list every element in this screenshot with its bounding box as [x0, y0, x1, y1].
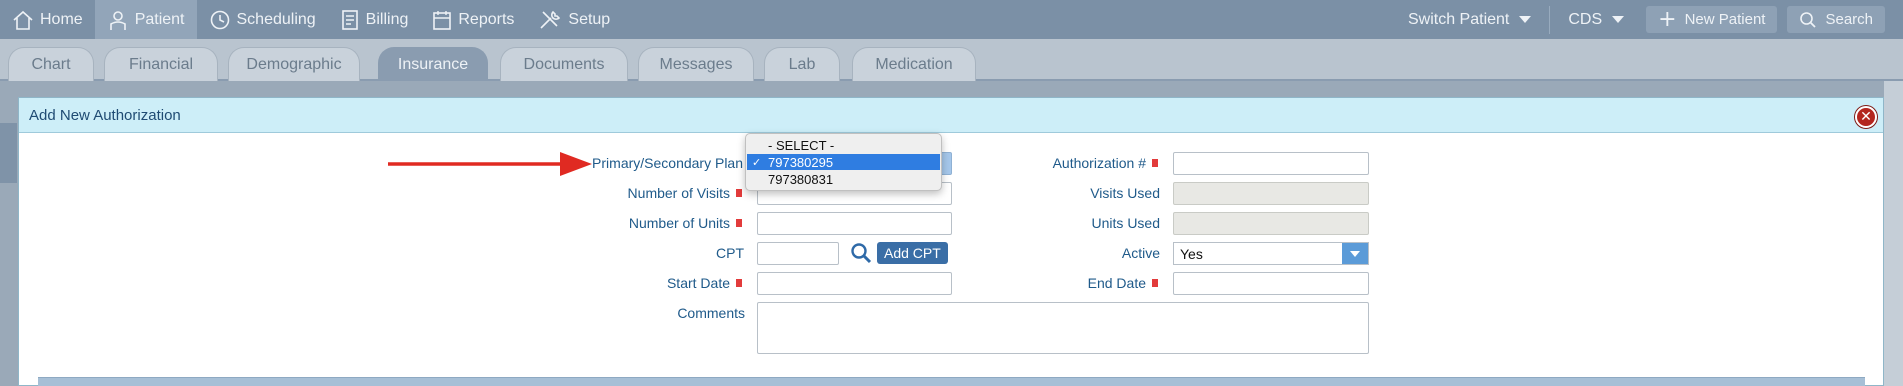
user-icon — [109, 10, 126, 30]
required-marker — [1152, 159, 1158, 167]
chevron-down-icon — [1350, 250, 1360, 257]
switch-patient-label: Switch Patient — [1407, 10, 1510, 28]
tab-label: Demographic — [246, 55, 342, 73]
nav-setup-label: Setup — [568, 10, 611, 28]
search-button[interactable]: Search — [1787, 6, 1885, 33]
tab-label: Medication — [875, 55, 953, 73]
nav-reports[interactable]: Reports — [420, 0, 526, 39]
start-date-label: Start Date — [666, 275, 730, 291]
nav-patient[interactable]: Patient — [94, 0, 197, 39]
app-window: Home Patient Scheduling Billing Reports … — [0, 0, 1903, 386]
modal-header: Add New Authorization — [19, 98, 1883, 133]
tab-demographic[interactable]: Demographic — [228, 47, 360, 81]
add-cpt-button[interactable]: Add CPT — [877, 242, 948, 264]
receipt-icon — [341, 9, 358, 30]
dropdown-button[interactable] — [1342, 243, 1368, 264]
new-patient-button[interactable]: + New Patient — [1646, 6, 1778, 33]
tab-chart[interactable]: Chart — [8, 47, 94, 81]
tab-label: Financial — [128, 55, 194, 73]
calendar-icon — [433, 10, 452, 30]
add-cpt-label: Add CPT — [884, 245, 941, 261]
checkmark-icon: ✓ — [752, 155, 762, 169]
tab-financial[interactable]: Financial — [104, 47, 218, 81]
plan-option-797380831[interactable]: 797380831 — [747, 171, 940, 187]
cpt-input[interactable] — [757, 242, 839, 265]
nav-reports-label: Reports — [458, 10, 515, 28]
option-label: - SELECT - — [768, 137, 835, 153]
cpt-label: CPT — [716, 245, 744, 261]
chevron-down-icon — [1612, 16, 1625, 23]
search-icon[interactable] — [850, 242, 872, 264]
required-marker — [736, 189, 742, 197]
tab-label: Chart — [31, 55, 71, 73]
clock-icon — [210, 10, 229, 29]
active-label: Active — [1121, 245, 1160, 261]
units-used-label: Units Used — [1091, 215, 1160, 231]
tools-icon — [540, 10, 561, 29]
close-icon[interactable]: ✕ — [1855, 106, 1877, 128]
modal-title: Add New Authorization — [29, 106, 181, 124]
start-date-input[interactable] — [757, 272, 952, 295]
authorization-number-input[interactable] — [1173, 152, 1369, 175]
visits-used-input — [1173, 182, 1369, 205]
sidebar-strip — [0, 123, 17, 183]
nav-billing-label: Billing — [365, 10, 409, 28]
nav-setup[interactable]: Setup — [526, 0, 622, 39]
tab-lab[interactable]: Lab — [764, 47, 840, 81]
search-icon — [1800, 11, 1817, 28]
top-nav: Home Patient Scheduling Billing Reports … — [0, 0, 1903, 39]
nav-home[interactable]: Home — [0, 0, 95, 39]
plan-label: Primary/Secondary Plan — [592, 155, 743, 171]
tab-documents[interactable]: Documents — [500, 47, 628, 81]
switch-patient-menu[interactable]: Switch Patient — [1396, 0, 1543, 39]
active-select[interactable]: Yes — [1173, 242, 1369, 265]
visits-used-label: Visits Used — [1090, 185, 1160, 201]
tab-label: Documents — [523, 55, 605, 73]
required-marker — [736, 219, 742, 227]
authorization-number-label: Authorization # — [1052, 155, 1146, 171]
end-date-input[interactable] — [1173, 272, 1369, 295]
search-label: Search — [1825, 11, 1873, 28]
tab-messages[interactable]: Messages — [638, 47, 754, 81]
cds-label: CDS — [1568, 10, 1603, 28]
nav-patient-label: Patient — [134, 10, 185, 28]
num-units-label: Number of Units — [628, 215, 730, 231]
units-used-input — [1173, 212, 1369, 235]
tab-label: Messages — [659, 55, 733, 73]
section-bar — [38, 377, 1865, 386]
nav-scheduling[interactable]: Scheduling — [197, 0, 328, 39]
scrollbar[interactable] — [1884, 81, 1903, 386]
comments-label: Comments — [677, 305, 745, 321]
num-units-input[interactable] — [757, 212, 952, 235]
tab-medication[interactable]: Medication — [852, 47, 976, 81]
option-label: 797380831 — [768, 171, 834, 187]
divider — [1549, 5, 1551, 34]
home-icon — [13, 10, 33, 30]
plan-option-select[interactable]: - SELECT - — [747, 137, 940, 153]
required-marker — [736, 279, 742, 287]
tab-label: Lab — [788, 55, 816, 73]
nav-home-label: Home — [40, 10, 83, 28]
new-patient-label: New Patient — [1684, 11, 1766, 28]
option-label: 797380295 — [768, 154, 834, 170]
chevron-down-icon — [1519, 16, 1532, 23]
required-marker — [1152, 279, 1158, 287]
tab-label: Insurance — [397, 55, 469, 73]
num-visits-label: Number of Visits — [627, 185, 730, 201]
tab-insurance[interactable]: Insurance — [378, 47, 488, 81]
plan-dropdown-menu: - SELECT - ✓ 797380295 797380831 — [745, 133, 942, 191]
comments-textarea[interactable] — [757, 302, 1369, 354]
cds-menu[interactable]: CDS — [1556, 0, 1636, 39]
plan-option-797380295[interactable]: ✓ 797380295 — [747, 154, 940, 170]
plus-icon: + — [1658, 6, 1677, 32]
end-date-label: End Date — [1087, 275, 1146, 291]
tab-bar: Chart Financial Demographic Insurance Do… — [0, 39, 1903, 81]
nav-scheduling-label: Scheduling — [236, 10, 316, 28]
active-select-value: Yes — [1180, 245, 1203, 262]
nav-billing[interactable]: Billing — [328, 0, 421, 39]
arrow-annotation — [388, 152, 592, 176]
